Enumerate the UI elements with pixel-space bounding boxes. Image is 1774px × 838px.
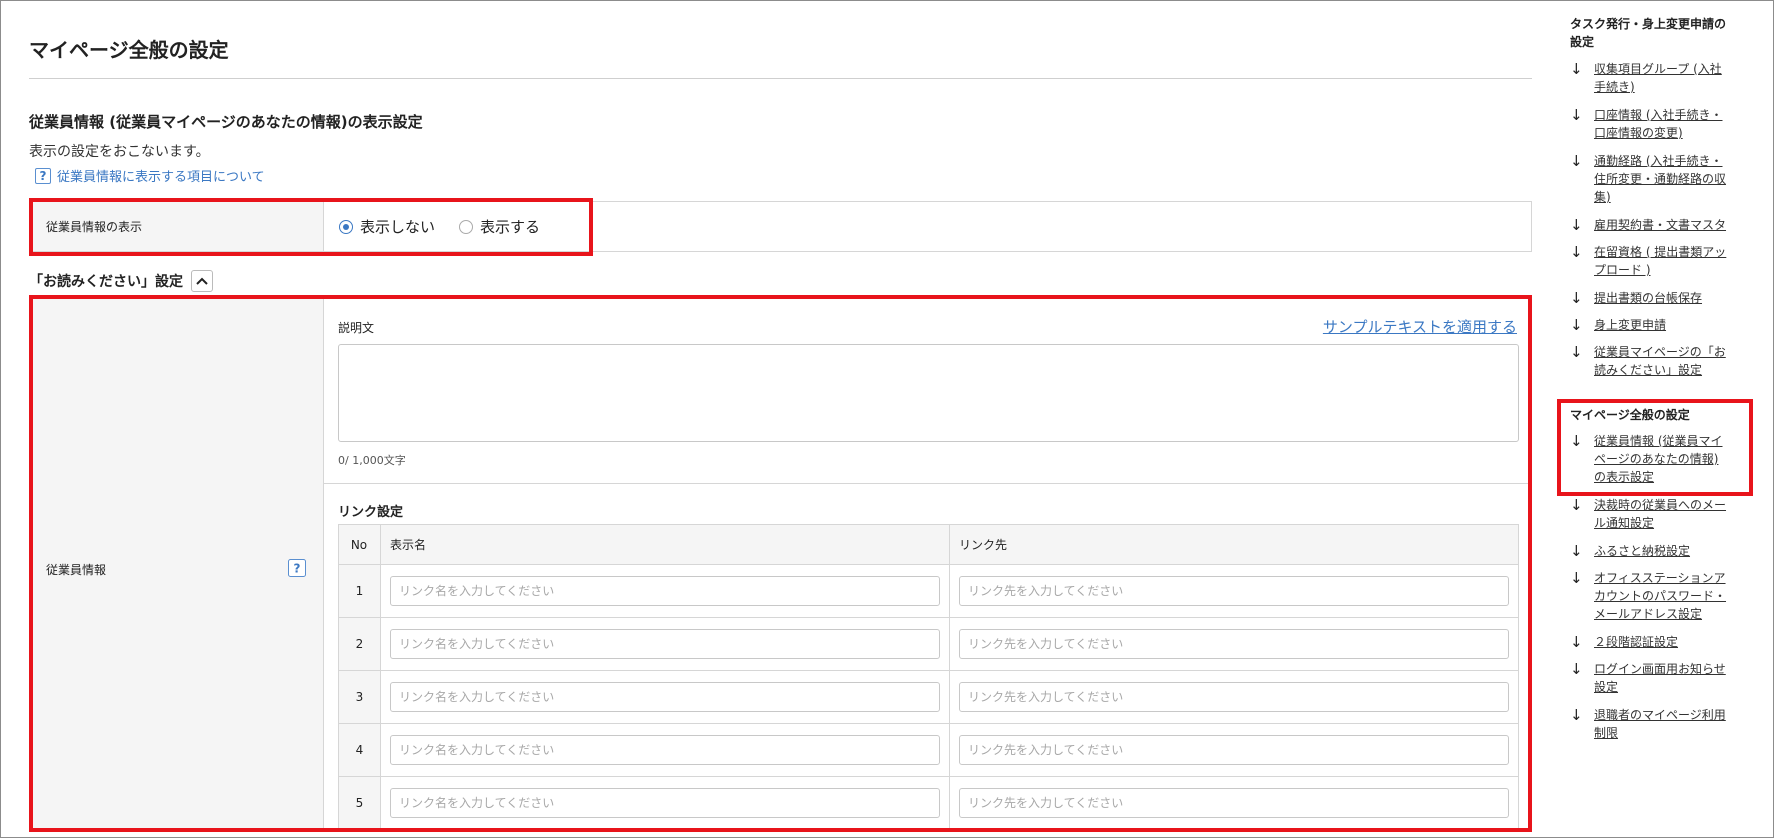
- row-number: 5: [338, 776, 381, 830]
- chevron-up-icon: [196, 277, 208, 285]
- toc-item-furusato-tax[interactable]: ↓ ふるさと納税設定: [1570, 542, 1754, 560]
- title-divider: [29, 78, 1532, 79]
- employee-info-block: 従業員情報 ? 説明文 サンプルテキストを適用する 0/ 1,000文字 リンク…: [29, 298, 1532, 832]
- toc-item-mail-notification[interactable]: ↓ 決裁時の従業員へのメー ル通知設定: [1570, 496, 1754, 532]
- arrow-down-icon: ↓: [1570, 243, 1583, 261]
- link-url-input[interactable]: [959, 629, 1509, 659]
- toc-item-bank-account[interactable]: ↓ 口座情報 (入社手続き・ 口座情報の変更): [1570, 106, 1754, 142]
- toc-item-collection-group[interactable]: ↓ 収集項目グループ (入社 手続き): [1570, 60, 1754, 96]
- link-url-input[interactable]: [959, 788, 1509, 818]
- collapse-button[interactable]: [191, 270, 213, 292]
- table-row: 3: [338, 670, 1519, 724]
- readme-section-header: 「お読みください」設定: [29, 270, 213, 292]
- arrow-down-icon: ↓: [1570, 152, 1583, 170]
- header-link-url: リンク先: [949, 524, 1519, 565]
- description-label: 説明文: [338, 321, 375, 335]
- arrow-down-icon: ↓: [1570, 316, 1583, 334]
- toc-item-residence-status[interactable]: ↓ 在留資格 ( 提出書類アッ プロード ): [1570, 243, 1754, 279]
- arrow-down-icon: ↓: [1570, 542, 1583, 560]
- table-row: 1: [338, 564, 1519, 618]
- link-name-input[interactable]: [390, 576, 940, 606]
- radio-show-button[interactable]: [459, 219, 474, 234]
- header-display-name: 表示名: [380, 524, 950, 565]
- table-row: 5: [338, 776, 1519, 830]
- toc-item-document-ledger[interactable]: ↓ 提出書類の台帳保存: [1570, 289, 1754, 307]
- table-row: 2: [338, 617, 1519, 671]
- link-name-input[interactable]: [390, 682, 940, 712]
- table-header-row: No 表示名 リンク先: [338, 524, 1519, 565]
- description-textarea[interactable]: [338, 344, 1519, 442]
- arrow-down-icon: ↓: [1570, 60, 1583, 78]
- arrow-down-icon: ↓: [1570, 633, 1583, 651]
- section-description: 表示の設定をおこないます。: [29, 144, 210, 160]
- arrow-down-icon: ↓: [1570, 496, 1583, 514]
- link-name-input[interactable]: [390, 735, 940, 765]
- row-number: 2: [338, 617, 381, 671]
- radio-show[interactable]: 表示する: [459, 216, 540, 237]
- arrow-down-icon: ↓: [1570, 569, 1583, 587]
- link-url-input[interactable]: [959, 682, 1509, 712]
- row-number: 3: [338, 670, 381, 724]
- help-link-text[interactable]: 従業員情報に表示する項目について: [57, 166, 265, 185]
- row-number: 4: [338, 723, 381, 777]
- radio-show-label[interactable]: 表示する: [480, 216, 540, 237]
- section-title: 従業員情報 (従業員マイページのあなたの情報)の表示設定: [29, 113, 423, 131]
- toc-item-employment-contract[interactable]: ↓ 雇用契約書・文書マスタ: [1570, 216, 1754, 234]
- employee-info-content: 説明文 サンプルテキストを適用する 0/ 1,000文字 リンク設定 No 表示…: [324, 299, 1531, 831]
- display-setting-label: 従業員情報の表示: [30, 202, 324, 251]
- toc-item-personal-change[interactable]: ↓ 身上変更申請: [1570, 316, 1754, 334]
- help-link[interactable]: ? 従業員情報に表示する項目について: [35, 166, 265, 185]
- link-name-input[interactable]: [390, 788, 940, 818]
- display-setting-options: 表示しない 表示する: [324, 202, 564, 251]
- question-icon: ?: [35, 167, 51, 184]
- link-settings-title: リンク設定: [338, 505, 404, 520]
- question-icon[interactable]: ?: [288, 559, 306, 577]
- readme-section-title: 「お読みください」設定: [29, 274, 183, 290]
- link-url-input[interactable]: [959, 735, 1509, 765]
- link-name-input[interactable]: [390, 629, 940, 659]
- table-row: 4: [338, 723, 1519, 777]
- arrow-down-icon: ↓: [1570, 289, 1583, 307]
- radio-hide[interactable]: 表示しない: [339, 216, 435, 237]
- display-setting-row: 従業員情報の表示 表示しない 表示する: [29, 201, 1532, 252]
- toc-heading-task: タスク発行・身上変更申請の 設定: [1570, 17, 1727, 49]
- toc-item-employee-info[interactable]: ↓ 従業員情報 (従業員マイ ページのあなたの情報) の表示設定: [1570, 432, 1754, 486]
- employee-info-label: 従業員情報: [46, 563, 107, 577]
- radio-hide-button[interactable]: [339, 219, 353, 234]
- svg-text:?: ?: [294, 562, 301, 576]
- arrow-down-icon: ↓: [1570, 432, 1583, 450]
- arrow-down-icon: ↓: [1570, 343, 1583, 361]
- radio-hide-label[interactable]: 表示しない: [360, 216, 435, 237]
- toc-item-account-password[interactable]: ↓ オフィスステーションア カウントのパスワード・ メールアドレス設定: [1570, 569, 1754, 623]
- arrow-down-icon: ↓: [1570, 706, 1583, 724]
- arrow-down-icon: ↓: [1570, 660, 1583, 678]
- arrow-down-icon: ↓: [1570, 216, 1583, 234]
- toc-item-login-notice[interactable]: ↓ ログイン画面用お知らせ 設定: [1570, 660, 1754, 696]
- header-no: No: [338, 524, 381, 565]
- content-divider: [324, 483, 1531, 484]
- toc-item-retiree-restriction[interactable]: ↓ 退職者のマイページ利用 制限: [1570, 706, 1754, 742]
- link-url-input[interactable]: [959, 576, 1509, 606]
- page-title: マイページ全般の設定: [29, 38, 229, 62]
- row-number: 1: [338, 564, 381, 618]
- toc-item-two-factor-auth[interactable]: ↓ ２段階認証設定: [1570, 633, 1754, 651]
- employee-info-label-cell: 従業員情報 ?: [30, 299, 324, 831]
- link-settings-table: No 表示名 リンク先 1 2: [338, 524, 1519, 830]
- toc-item-commute-route[interactable]: ↓ 通勤経路 (入社手続き・ 住所変更・通勤経路の収 集): [1570, 152, 1754, 206]
- char-count: 0/ 1,000文字: [338, 454, 406, 467]
- toc-heading-mypage: マイページ全般の設定: [1570, 408, 1690, 422]
- apply-sample-text-link[interactable]: サンプルテキストを適用する: [1323, 316, 1517, 337]
- toc-item-readme-setting[interactable]: ↓ 従業員マイページの「お 読みください」設定: [1570, 343, 1754, 379]
- arrow-down-icon: ↓: [1570, 106, 1583, 124]
